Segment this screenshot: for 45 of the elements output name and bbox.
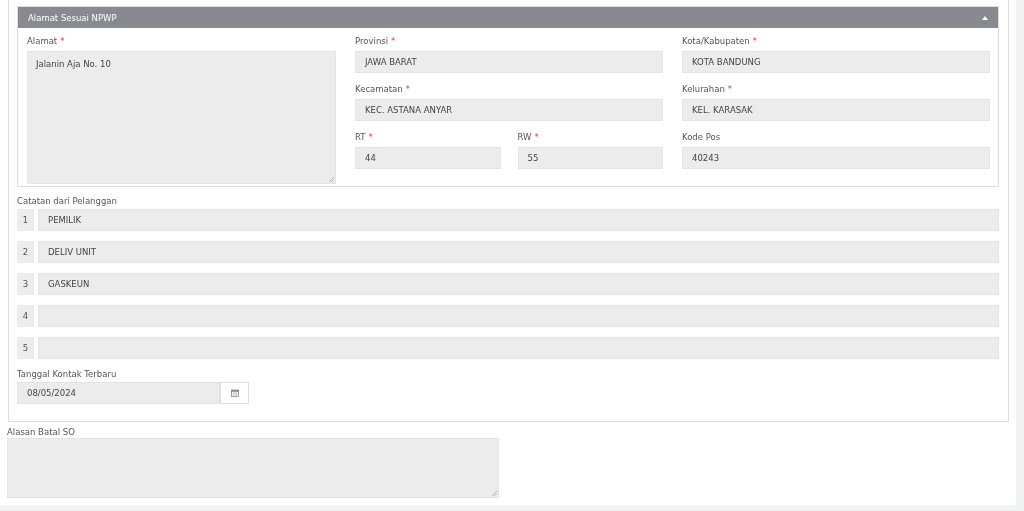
reason-textarea[interactable] xyxy=(7,438,499,498)
row-number: 3 xyxy=(17,273,34,295)
panel-title: Alamat Sesuai NPWP xyxy=(28,12,117,23)
input-field[interactable]: 40243 xyxy=(682,147,990,169)
field-label: Kelurahan xyxy=(682,84,725,94)
input-field[interactable]: DELIV UNIT xyxy=(38,241,999,263)
calendar-button[interactable] xyxy=(220,382,249,404)
input-field[interactable]: KEC. ASTANA ANYAR xyxy=(355,99,663,121)
field-label: Catatan dari Pelanggan xyxy=(17,196,117,206)
address-textarea[interactable]: Jalanin Aja No. 10 xyxy=(27,51,336,184)
field-label: Kota/Kabupaten xyxy=(682,36,750,46)
input-field[interactable]: KOTA BANDUNG xyxy=(682,51,990,73)
field-label: RT xyxy=(355,132,366,142)
input-field[interactable] xyxy=(38,337,999,359)
required-mark: * xyxy=(391,36,396,46)
calendar-icon xyxy=(230,389,239,397)
required-mark: * xyxy=(727,84,733,94)
field-label: Provinsi xyxy=(355,36,389,46)
input-field[interactable]: JAWA BARAT xyxy=(355,51,663,73)
required-mark: * xyxy=(405,84,410,94)
resize-grip-icon[interactable] xyxy=(491,490,497,496)
collapse-caret-icon[interactable] xyxy=(982,15,988,20)
required-mark: * xyxy=(752,36,757,46)
input-field[interactable] xyxy=(38,305,999,327)
input-field[interactable]: KEL. KARASAK xyxy=(682,99,990,121)
row-number: 5 xyxy=(17,337,34,359)
row-number: 2 xyxy=(17,241,34,263)
field-label: Alasan Batal SO xyxy=(7,427,75,437)
field-label: Kode Pos xyxy=(682,132,721,142)
field-label: Kecamatan xyxy=(355,84,403,94)
resize-grip-icon[interactable] xyxy=(328,176,334,182)
field-label: Alamat xyxy=(27,36,58,46)
input-field[interactable]: 55 xyxy=(517,147,663,169)
required-mark: * xyxy=(368,132,373,142)
field-value: Jalanin Aja No. 10 xyxy=(36,59,111,69)
required-mark: * xyxy=(60,36,65,46)
row-number: 4 xyxy=(17,305,34,327)
input-field[interactable]: GASKEUN xyxy=(38,273,999,295)
input-field[interactable]: 44 xyxy=(355,147,501,169)
date-field[interactable]: 08/05/2024 xyxy=(17,382,220,404)
field-label: Tanggal Kontak Terbaru xyxy=(17,369,117,379)
row-number: 1 xyxy=(17,209,34,231)
field-label: RW xyxy=(517,132,532,142)
input-field[interactable]: PEMILIK xyxy=(38,209,999,231)
required-mark: * xyxy=(534,132,539,142)
